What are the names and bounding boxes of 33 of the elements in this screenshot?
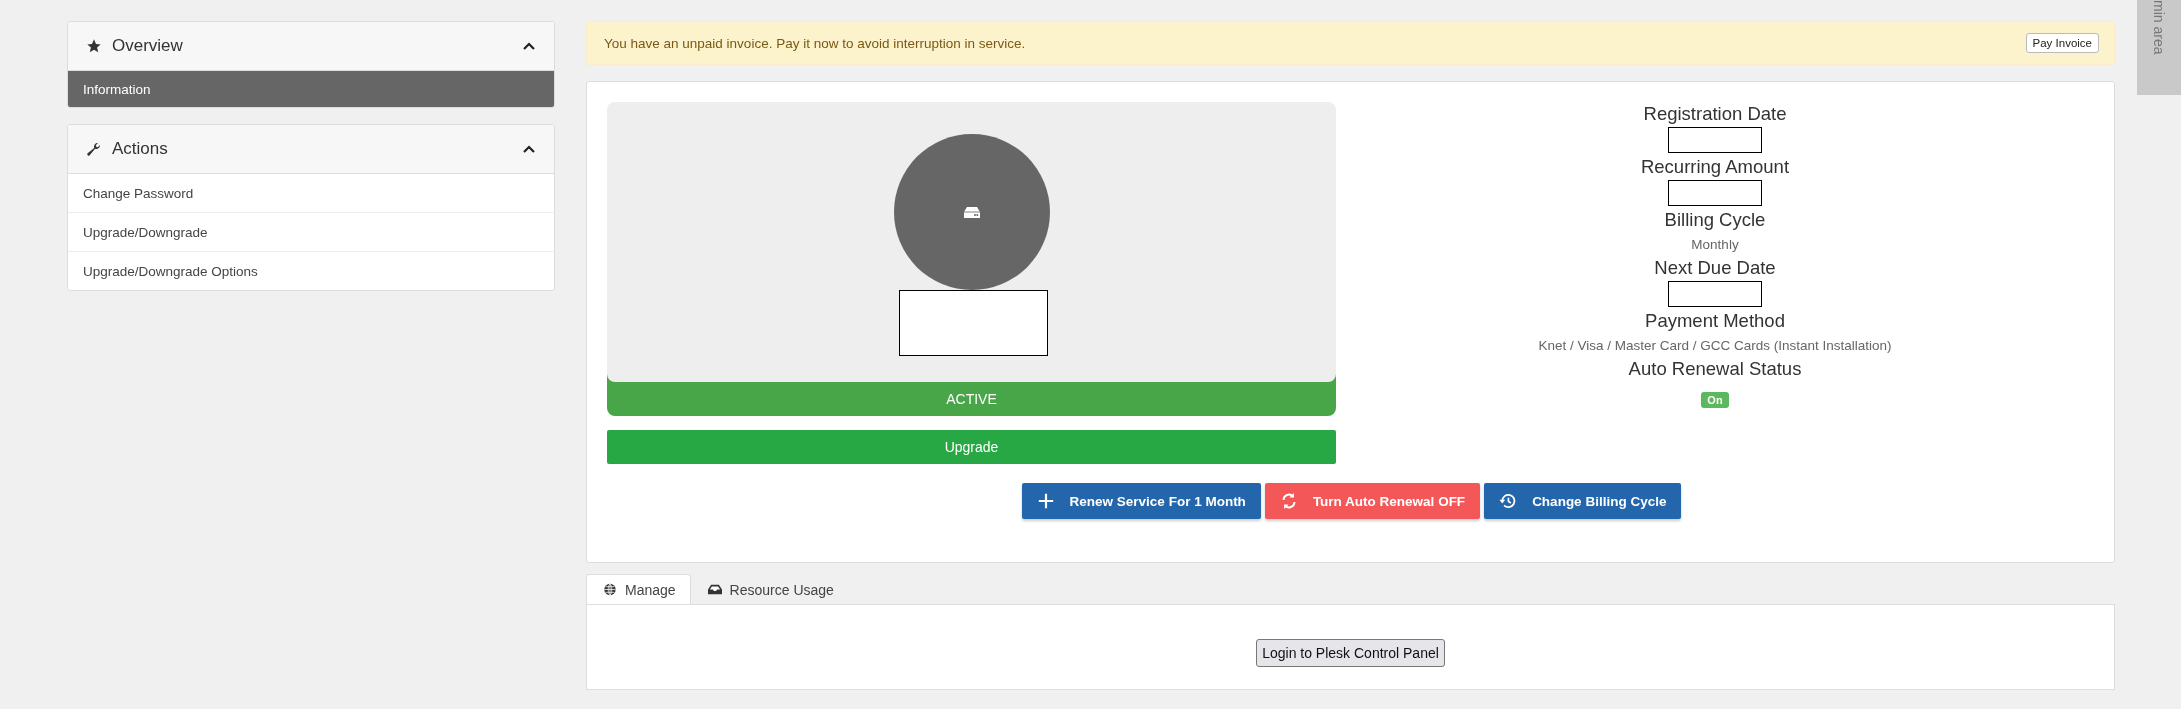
sidebar-item[interactable]: Information [68,71,554,107]
sidebar-item[interactable]: Upgrade/Downgrade Options [68,252,554,290]
detail-label: Registration Date [1643,103,1787,125]
panel-header[interactable]: Actions [68,125,554,174]
detail-label: Recurring Amount [1640,156,1790,178]
hard-drive-icon [963,206,980,218]
inbox-icon [707,583,722,596]
action-button[interactable]: Change Billing Cycle [1484,483,1682,519]
sidebar-item[interactable]: Change Password [68,174,554,213]
detail-label: Next Due Date [1654,257,1776,279]
detail-label: Payment Method [1645,310,1785,332]
sidebar-item[interactable]: Upgrade/Downgrade [68,213,554,252]
action-button[interactable]: Renew Service For 1 Month [1021,483,1261,519]
chevron-icon[interactable] [522,144,536,154]
pay-invoice-button[interactable]: Pay Invoice [2025,33,2099,53]
tab[interactable]: Manage [586,574,691,604]
panel-header[interactable]: Overview [68,22,554,71]
plus-icon [1036,492,1055,510]
tab[interactable]: Resource Usage [690,574,849,604]
panel-title: Actions [112,139,169,159]
history-icon [1499,492,1518,510]
panel-title: Overview [112,36,184,56]
login-button[interactable]: Login to Plesk Control Panel [1256,639,1445,667]
wrench-icon [86,141,102,157]
detail-value: Monthly [1691,237,1739,253]
globe-icon [603,583,617,596]
detail-label: Auto Renewal Status [1628,358,1802,380]
detail-label: Billing Cycle [1664,209,1766,231]
chevron-icon[interactable] [522,41,536,51]
star-icon [86,38,102,54]
status-badge: On [1701,392,1729,408]
detail-value: Knet / Visa / Master Card / GCC Cards (Instant Installation) [1538,338,1892,354]
alert-message: You have an unpaid invoice. Pay it now to avoid interruption in service. [604,35,1026,51]
